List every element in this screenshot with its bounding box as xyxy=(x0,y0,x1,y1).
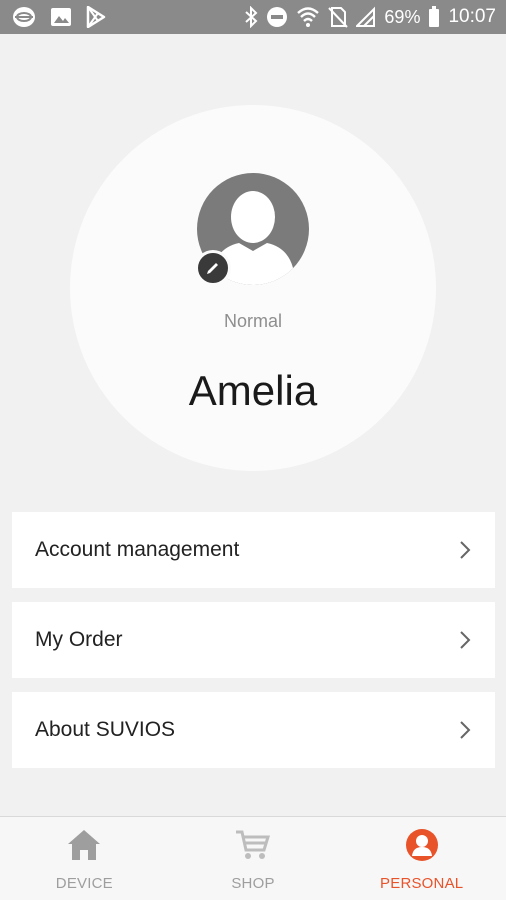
battery-icon xyxy=(428,6,440,28)
menu-item-my-order[interactable]: My Order xyxy=(12,602,495,678)
profile-card: Normal Amelia xyxy=(70,105,436,471)
nav-tab-label: DEVICE xyxy=(55,875,113,892)
chevron-right-icon xyxy=(459,630,471,650)
home-icon xyxy=(66,827,102,863)
menu-item-label: My Order xyxy=(35,628,123,651)
nav-tab-shop[interactable]: SHOP xyxy=(169,817,338,900)
chevron-right-icon xyxy=(459,540,471,560)
menu-item-about[interactable]: About SUVIOS xyxy=(12,692,495,768)
cart-icon xyxy=(235,827,271,863)
user-name: Amelia xyxy=(188,367,318,414)
status-bar: 69% 10:07 xyxy=(0,0,506,34)
chevron-right-icon xyxy=(459,720,471,740)
bluetooth-icon xyxy=(244,6,258,28)
menu-item-account-management[interactable]: Account management xyxy=(12,512,495,588)
signal-icon xyxy=(356,6,376,28)
edit-avatar-button[interactable] xyxy=(195,250,231,286)
nav-tab-label: PERSONAL xyxy=(380,875,464,892)
app-icon xyxy=(12,6,36,28)
nav-tab-label: SHOP xyxy=(231,875,275,892)
image-icon xyxy=(50,7,72,27)
pencil-icon xyxy=(207,263,218,274)
menu-item-label: Account management xyxy=(35,538,240,561)
nav-tab-device[interactable]: DEVICE xyxy=(0,817,169,900)
wifi-icon xyxy=(296,6,320,28)
status-bar-left xyxy=(12,6,120,28)
nav-tab-personal[interactable]: PERSONAL xyxy=(337,817,506,900)
menu-item-label: About SUVIOS xyxy=(35,718,176,741)
person-icon xyxy=(405,827,439,863)
no-sim-icon xyxy=(328,6,349,28)
status-bar-right: 69% 10:07 xyxy=(236,6,496,28)
play-store-icon xyxy=(86,6,106,28)
bottom-navigation: DEVICE SHOP PERSONAL xyxy=(0,816,506,900)
do-not-disturb-icon xyxy=(266,6,288,28)
membership-level: Normal xyxy=(223,311,282,331)
battery-percent: 69% xyxy=(384,6,421,27)
clock: 10:07 xyxy=(448,6,496,27)
